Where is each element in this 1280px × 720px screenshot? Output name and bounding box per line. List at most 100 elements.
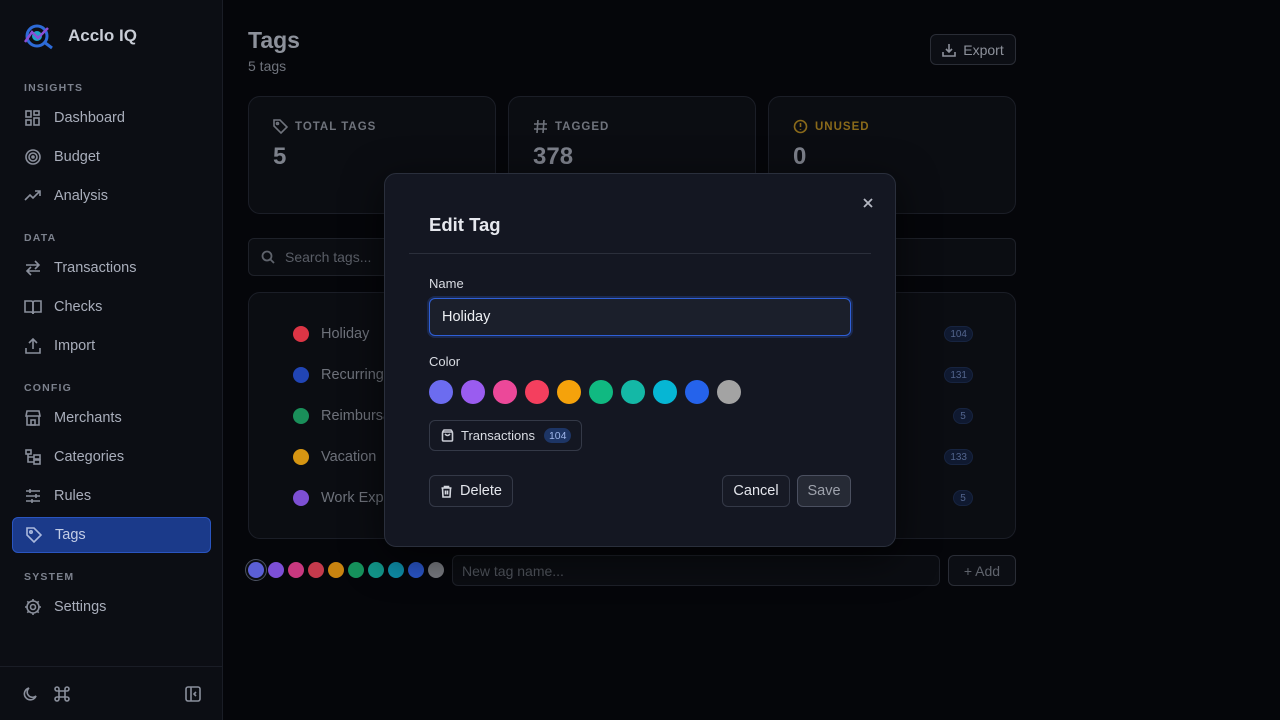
- command-icon[interactable]: [53, 685, 71, 703]
- tree-icon: [25, 449, 41, 465]
- search-icon: [261, 250, 275, 264]
- sidebar-item-transactions[interactable]: Transactions: [12, 250, 211, 286]
- divider: [409, 253, 871, 254]
- color-swatch[interactable]: [493, 380, 517, 404]
- tag-name: Recurring: [321, 367, 384, 383]
- color-swatch[interactable]: [308, 562, 324, 578]
- tag-color-dot: [293, 449, 309, 465]
- color-swatch[interactable]: [408, 562, 424, 578]
- sidebar-item-settings[interactable]: Settings: [12, 589, 211, 625]
- stat-label: TOTAL TAGS: [273, 119, 376, 134]
- sidebar-item-label: Budget: [54, 149, 100, 165]
- page-subtitle: 5 tags: [248, 58, 287, 74]
- save-button[interactable]: Save: [797, 475, 851, 507]
- sidebar-item-label: Rules: [54, 488, 92, 504]
- color-swatch[interactable]: [621, 380, 645, 404]
- stat-value: 5: [273, 143, 287, 170]
- tag-count-badge: 5: [953, 408, 973, 424]
- color-swatch[interactable]: [428, 562, 444, 578]
- cancel-button[interactable]: Cancel: [722, 475, 790, 507]
- delete-label: Delete: [460, 483, 502, 499]
- color-swatch[interactable]: [525, 380, 549, 404]
- stat-label: UNUSED: [793, 119, 870, 134]
- section-label-insights: INSIGHTS: [24, 82, 84, 94]
- logo-icon: [22, 22, 56, 50]
- tag-count-badge: 5: [953, 490, 973, 506]
- tag-count-badge: 131: [944, 367, 973, 383]
- sidebar-item-label: Settings: [54, 599, 107, 615]
- section-label-system: SYSTEM: [24, 571, 75, 583]
- color-swatch[interactable]: [557, 380, 581, 404]
- color-label: Color: [429, 354, 461, 369]
- sidebar-item-label: Categories: [54, 449, 125, 465]
- collapse-sidebar-icon[interactable]: [184, 685, 202, 703]
- sidebar-item-label: Checks: [54, 299, 103, 315]
- brand[interactable]: Acclo IQ: [22, 22, 137, 50]
- tag-name: Work Expe: [321, 490, 392, 506]
- download-icon: [942, 43, 957, 57]
- color-swatch[interactable]: [429, 380, 453, 404]
- name-input[interactable]: [429, 298, 851, 336]
- tag-name: Reimbursa: [321, 408, 392, 424]
- page-title: Tags: [248, 27, 300, 53]
- transactions-link[interactable]: Transactions 104: [429, 420, 582, 451]
- color-swatch[interactable]: [328, 562, 344, 578]
- moon-icon[interactable]: [22, 685, 40, 703]
- modal-title: Edit Tag: [429, 214, 501, 235]
- sidebar-item-label: Dashboard: [54, 110, 125, 126]
- delete-button[interactable]: Delete: [429, 475, 513, 507]
- color-swatch[interactable]: [461, 380, 485, 404]
- tag-count-badge: 133: [944, 449, 973, 465]
- tag-name: Vacation: [321, 449, 377, 465]
- color-swatch[interactable]: [368, 562, 384, 578]
- transactions-count-badge: 104: [543, 428, 572, 443]
- new-tag-input[interactable]: [452, 555, 940, 586]
- sidebar-item-label: Merchants: [54, 410, 122, 426]
- new-tag-row: + Add: [248, 555, 1016, 586]
- trend-icon: [24, 190, 41, 201]
- sidebar-item-dashboard[interactable]: Dashboard: [12, 100, 211, 136]
- sidebar-item-categories[interactable]: Categories: [12, 439, 211, 475]
- color-swatch[interactable]: [348, 562, 364, 578]
- add-tag-button[interactable]: + Add: [948, 555, 1016, 586]
- sidebar-footer: [0, 666, 222, 720]
- sidebar: Acclo IQ INSIGHTS Dashboard Budget Analy…: [0, 0, 223, 720]
- shopping-bag-icon: [441, 429, 454, 442]
- stat-value: 378: [533, 143, 574, 170]
- sidebar-item-merchants[interactable]: Merchants: [12, 400, 211, 436]
- name-label: Name: [429, 276, 464, 291]
- sidebar-item-label: Analysis: [54, 188, 108, 204]
- color-swatch[interactable]: [268, 562, 284, 578]
- sidebar-item-import[interactable]: Import: [12, 328, 211, 364]
- book-icon: [24, 300, 42, 315]
- hash-icon: [534, 119, 547, 134]
- color-swatch[interactable]: [589, 380, 613, 404]
- export-button[interactable]: Export: [930, 34, 1016, 65]
- tag-name: Holiday: [321, 326, 370, 342]
- sidebar-item-label: Transactions: [54, 260, 137, 276]
- color-swatch[interactable]: [653, 380, 677, 404]
- sidebar-item-budget[interactable]: Budget: [12, 139, 211, 175]
- color-swatch[interactable]: [388, 562, 404, 578]
- sidebar-item-label: Import: [54, 338, 96, 354]
- sidebar-item-tags[interactable]: Tags: [12, 517, 211, 553]
- target-icon: [25, 149, 41, 165]
- color-swatch[interactable]: [248, 562, 264, 578]
- tag-icon: [26, 527, 43, 544]
- color-swatch[interactable]: [685, 380, 709, 404]
- sidebar-item-analysis[interactable]: Analysis: [12, 178, 211, 214]
- stat-value: 0: [793, 143, 807, 170]
- store-icon: [25, 410, 41, 426]
- gear-icon: [25, 599, 41, 615]
- app-name: Acclo IQ: [68, 26, 137, 45]
- close-button[interactable]: [861, 196, 875, 210]
- color-swatch[interactable]: [717, 380, 741, 404]
- alert-circle-icon: [793, 119, 808, 134]
- sidebar-item-rules[interactable]: Rules: [12, 478, 211, 514]
- color-swatch[interactable]: [288, 562, 304, 578]
- sidebar-item-checks[interactable]: Checks: [12, 289, 211, 325]
- export-label: Export: [963, 41, 1004, 58]
- tag-color-dot: [293, 408, 309, 424]
- section-label-data: DATA: [24, 232, 57, 244]
- tag-color-dot: [293, 367, 309, 383]
